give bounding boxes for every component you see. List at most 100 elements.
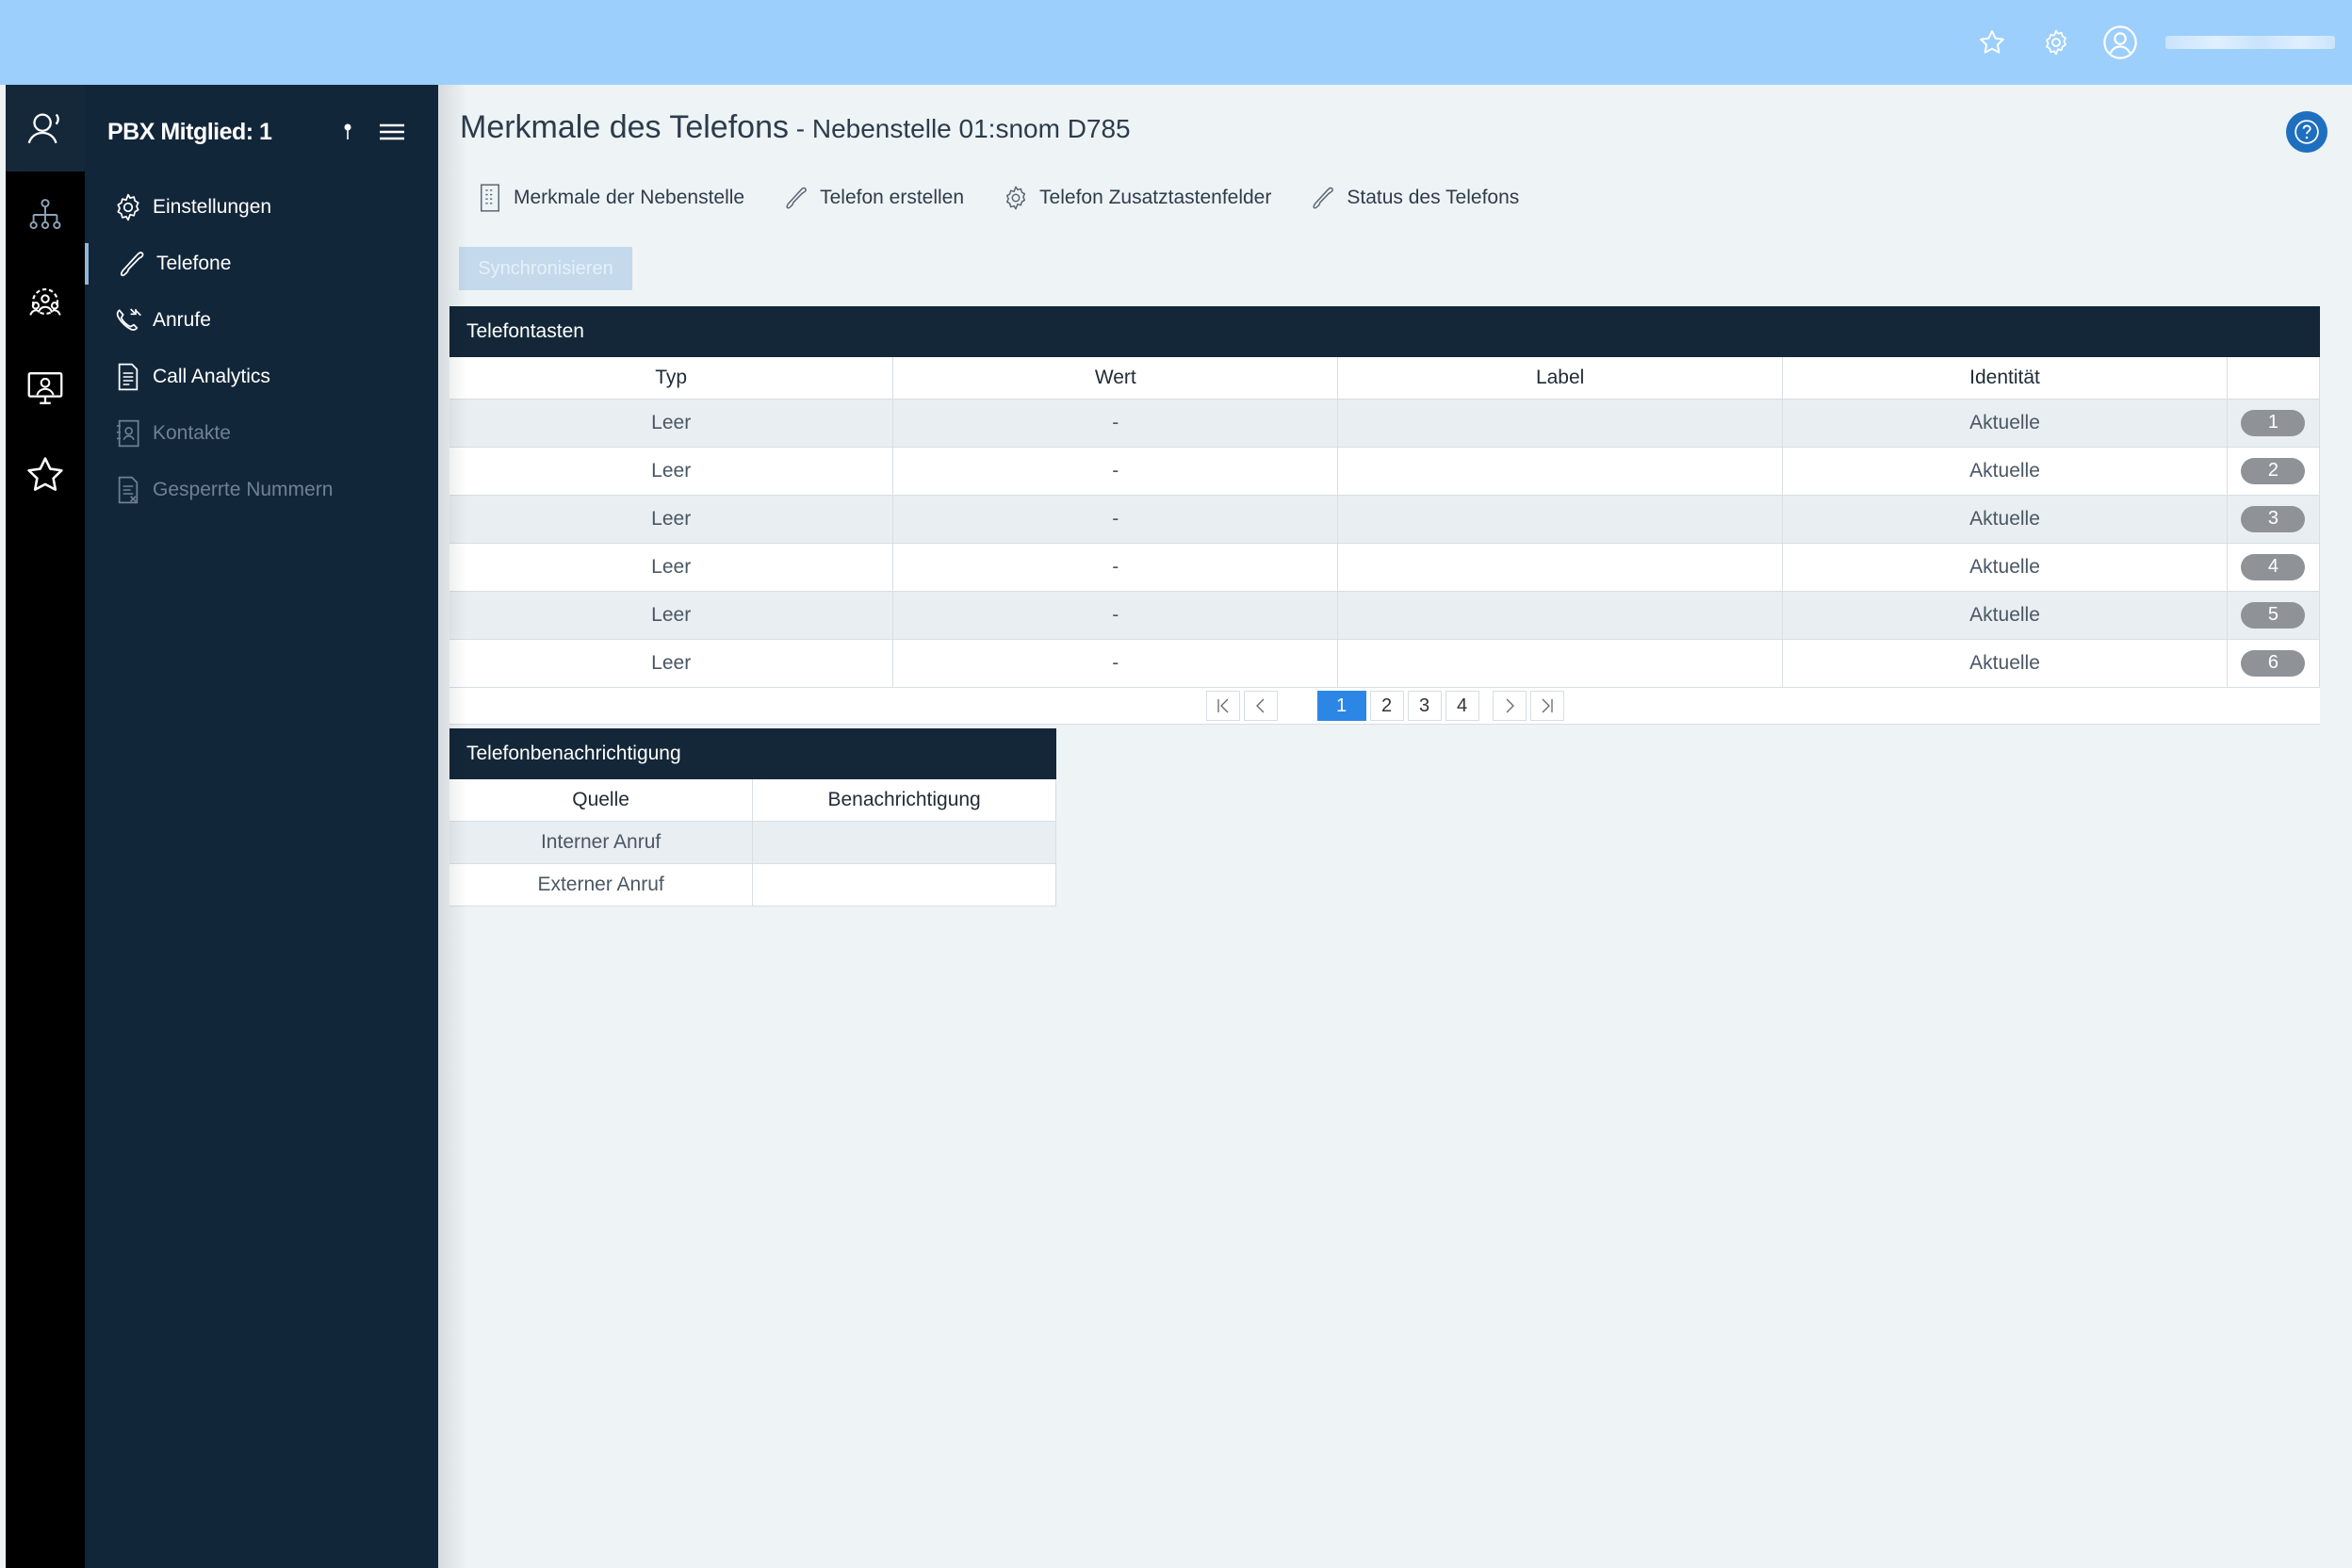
user-name-redacted[interactable] [2165, 36, 2335, 49]
hamburger-menu-icon[interactable] [378, 121, 406, 148]
cell-identitaet: Aktuelle [1782, 495, 2228, 544]
sidebar-item-telefone[interactable]: Telefone [85, 236, 438, 292]
user-icon[interactable] [2101, 24, 2139, 61]
help-icon[interactable] [2286, 111, 2328, 153]
telefontasten-panel: Telefontasten Typ Wert Label Identität L… [449, 306, 2321, 725]
cell-wert: - [892, 399, 1339, 448]
pin-icon[interactable] [342, 122, 353, 146]
table-row[interactable]: Leer - Aktuelle 6 [449, 639, 2321, 688]
sidebar-item-gesperrte-nummern[interactable]: Gesperrte Nummern [85, 462, 438, 518]
gear-icon [1002, 184, 1030, 212]
cell-nr: 5 [2227, 591, 2321, 640]
key-number-badge[interactable]: 1 [2241, 410, 2306, 436]
star-icon[interactable] [6, 432, 85, 518]
sidebar-item-call-analytics[interactable]: Call Analytics [85, 349, 438, 405]
cell-identitaet: Aktuelle [1782, 639, 2228, 688]
table-row[interactable]: Leer - Aktuelle 5 [449, 591, 2321, 640]
sidebar-item-einstellungen[interactable]: Einstellungen [85, 179, 438, 236]
panel-title: Telefontasten [449, 306, 2320, 357]
cell-wert: - [892, 543, 1339, 592]
sidebar-shadow [438, 85, 466, 1568]
cell-quelle: Externer Anruf [449, 863, 754, 906]
cell-typ: Leer [449, 591, 894, 640]
cell-typ: Leer [449, 543, 894, 592]
page-title: Merkmale des Telefons - Nebenstelle 01:s… [460, 109, 1131, 146]
tab-merkmale-der-nebenstelle[interactable]: Merkmale der Nebenstelle [476, 184, 744, 212]
cell-label [1337, 447, 1784, 496]
table-row[interactable]: Leer - Aktuelle 3 [449, 495, 2321, 544]
table-row[interactable]: Interner Anruf [449, 821, 1056, 864]
column-header-benachrichtigung[interactable]: Benachrichtigung [752, 779, 1056, 822]
first-page-icon[interactable] [1205, 691, 1240, 721]
cell-identitaet: Aktuelle [1782, 591, 2228, 640]
sidebar-item-label: Gesperrte Nummern [153, 479, 334, 500]
synchronisieren-button[interactable]: Synchronisieren [459, 247, 632, 290]
sidebar-item-label: Einstellungen [153, 196, 272, 218]
tab-label: Telefon Zusatztastenfelder [1039, 187, 1272, 208]
star-icon[interactable] [1973, 24, 2011, 61]
telefonbenachrichtigung-table: Quelle Benachrichtigung Interner Anruf E… [449, 779, 1056, 906]
tab-label: Merkmale der Nebenstelle [514, 187, 745, 208]
previous-page-icon[interactable] [1243, 691, 1278, 721]
key-number-badge[interactable]: 3 [2241, 506, 2306, 532]
key-number-badge[interactable]: 2 [2241, 458, 2306, 484]
tab-bar: Merkmale der Nebenstelle Telefon erstell… [476, 184, 1519, 212]
page-subtitle: - Nebenstelle 01:snom D785 [788, 114, 1131, 143]
cell-typ: Leer [449, 447, 894, 496]
sidebar-item-kontakte[interactable]: Kontakte [85, 405, 438, 462]
cell-nr: 1 [2227, 399, 2321, 448]
contacts-icon [111, 416, 145, 450]
table-row[interactable]: Leer - Aktuelle 2 [449, 447, 2321, 496]
phone-calls-icon [111, 303, 145, 337]
cell-wert: - [892, 495, 1339, 544]
last-page-icon[interactable] [1529, 691, 1564, 721]
panel-title: Telefonbenachrichtigung [449, 728, 1056, 779]
column-header-quelle[interactable]: Quelle [449, 779, 754, 822]
tab-status-des-telefons[interactable]: Status des Telefons [1309, 184, 1519, 212]
phone-icon [1309, 184, 1337, 212]
key-number-badge[interactable]: 6 [2241, 650, 2306, 677]
column-header-wert[interactable]: Wert [892, 357, 1339, 400]
page-button-2[interactable]: 2 [1369, 691, 1404, 721]
telefonbenachrichtigung-panel: Telefonbenachrichtigung Quelle Benachric… [449, 728, 1056, 906]
tab-telefon-zusatztastenfelder[interactable]: Telefon Zusatztastenfelder [1002, 184, 1271, 212]
column-header-label[interactable]: Label [1337, 357, 1784, 400]
headset-user-icon[interactable] [6, 85, 85, 172]
table-row[interactable]: Leer - Aktuelle 4 [449, 543, 2321, 592]
monitor-user-icon[interactable] [6, 345, 85, 432]
cell-nr: 3 [2227, 495, 2321, 544]
top-icons [1973, 0, 2335, 85]
column-header-typ[interactable]: Typ [449, 357, 894, 400]
main-content: Merkmale des Telefons - Nebenstelle 01:s… [438, 85, 2352, 1568]
gear-icon[interactable] [2037, 24, 2075, 61]
sidebar-item-anrufe[interactable]: Anrufe [85, 292, 438, 349]
phone-keypad-icon [476, 184, 504, 212]
sidebar-item-label: Anrufe [153, 309, 211, 331]
cell-nr: 2 [2227, 447, 2321, 496]
column-header-nr [2227, 357, 2321, 400]
tab-label: Status des Telefons [1347, 187, 1520, 208]
telefontasten-table: Typ Wert Label Identität Leer - Aktuelle… [449, 357, 2321, 688]
users-gear-icon[interactable] [6, 258, 85, 345]
sidebar-title: PBX Mitglied: 1 [107, 118, 272, 145]
phone-icon [115, 247, 149, 281]
cell-quelle: Interner Anruf [449, 821, 754, 864]
cell-benachrichtigung [752, 821, 1056, 864]
page-button-4[interactable]: 4 [1445, 691, 1479, 721]
tab-telefon-erstellen[interactable]: Telefon erstellen [782, 184, 964, 212]
blocked-doc-icon [111, 473, 145, 507]
cell-wert: - [892, 447, 1339, 496]
next-page-icon[interactable] [1492, 691, 1527, 721]
cell-typ: Leer [449, 639, 894, 688]
page-button-3[interactable]: 3 [1407, 691, 1442, 721]
page-button-1[interactable]: 1 [1316, 691, 1366, 721]
cell-label [1337, 543, 1784, 592]
key-number-badge[interactable]: 5 [2241, 602, 2306, 629]
table-row[interactable]: Externer Anruf [449, 863, 1056, 906]
sidebar-item-label: Call Analytics [153, 366, 270, 387]
key-number-badge[interactable]: 4 [2241, 554, 2306, 580]
sidebar-header: PBX Mitglied: 1 [85, 85, 438, 179]
column-header-identitaet[interactable]: Identität [1782, 357, 2228, 400]
org-chart-icon[interactable] [6, 172, 85, 258]
table-row[interactable]: Leer - Aktuelle 1 [449, 399, 2321, 448]
